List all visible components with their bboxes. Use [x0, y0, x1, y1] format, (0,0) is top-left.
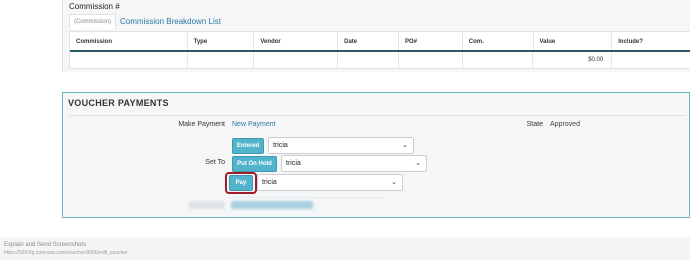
pay-button-highlight — [225, 172, 257, 194]
column-header-po[interactable]: PO# — [399, 32, 463, 50]
chevron-down-icon: ⌄ — [391, 179, 397, 186]
column-header-com[interactable]: Com. — [463, 32, 534, 50]
column-header-vendor[interactable]: Vendor — [254, 32, 339, 50]
commission-title: Commission # — [69, 2, 120, 11]
redacted-link — [231, 201, 313, 209]
column-header-include[interactable]: Include? — [612, 32, 690, 50]
commission-table: Commission Type Vendor Date PO# Com. Val… — [69, 31, 690, 69]
state-label: State — [526, 121, 543, 128]
footer-caption: Explain and Send Screenshots https://556… — [0, 237, 690, 260]
column-header-commission[interactable]: Commission — [70, 32, 188, 50]
footer-caption-title: Explain and Send Screenshots — [4, 242, 87, 248]
row-separator — [228, 197, 383, 198]
make-payment-label: Make Payment — [178, 121, 225, 128]
entered-button[interactable]: Entered — [232, 138, 264, 154]
commission-panel: Commission # (Commission) Commission Bre… — [62, 0, 690, 72]
column-header-type[interactable]: Type — [188, 32, 255, 50]
chevron-down-icon: ⌄ — [402, 142, 408, 149]
tab-commission-breakdown-list[interactable]: Commission Breakdown List — [120, 14, 221, 29]
commission-table-header: Commission Type Vendor Date PO# Com. Val… — [70, 32, 690, 52]
redacted-label — [189, 201, 225, 209]
voucher-payments-title: VOUCHER PAYMENTS — [68, 98, 169, 108]
new-payment-link[interactable]: New Payment — [232, 121, 276, 128]
put-on-hold-user-select[interactable]: tricia ⌄ — [281, 155, 427, 172]
entered-user-select[interactable]: tricia ⌄ — [268, 137, 414, 154]
set-to-label: Set To — [205, 159, 225, 166]
put-on-hold-user-value: tricia — [286, 160, 301, 167]
column-header-value[interactable]: Value — [534, 32, 613, 50]
voucher-payments-panel: VOUCHER PAYMENTS Make Payment New Paymen… — [62, 92, 690, 218]
column-header-date[interactable]: Date — [338, 32, 399, 50]
total-value: $0.00 — [533, 52, 613, 68]
commission-tabs: (Commission) Commission Breakdown List — [69, 13, 221, 29]
pay-user-select[interactable]: tricia ⌄ — [257, 174, 403, 191]
tab-commission[interactable]: (Commission) — [69, 14, 117, 29]
entered-user-value: tricia — [273, 142, 288, 149]
divider — [68, 115, 686, 116]
pay-user-value: tricia — [262, 179, 277, 186]
chevron-down-icon: ⌄ — [415, 160, 421, 167]
footer-caption-url[interactable]: https://5567tg.corevarp.com/voucher/9006… — [4, 250, 128, 256]
put-on-hold-button[interactable]: Put On Hold — [232, 156, 277, 172]
table-row-total: $0.00 — [70, 52, 690, 68]
state-value: Approved — [550, 121, 580, 128]
